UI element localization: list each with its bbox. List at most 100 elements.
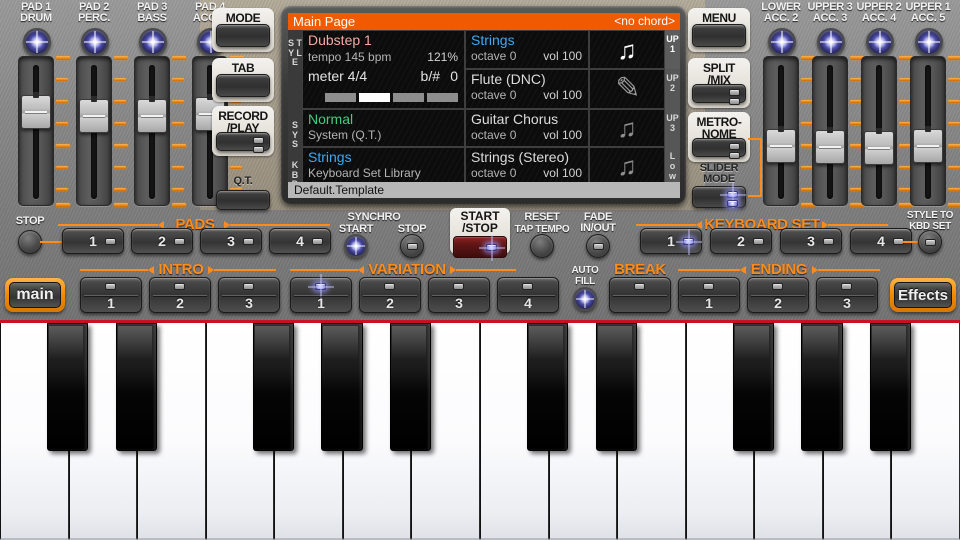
part-icon-cell[interactable]: ♫ — [589, 109, 665, 147]
intro-button-1[interactable]: 1 — [80, 277, 142, 313]
black-key[interactable] — [116, 323, 157, 451]
slider-mode-led — [727, 200, 738, 207]
upper-led-1[interactable] — [817, 28, 845, 56]
part-cell[interactable]: Guitar Chorusoctave 0vol 100 — [465, 109, 589, 147]
black-key[interactable] — [527, 323, 568, 451]
left-button-2[interactable]: RECORD /PLAY — [212, 106, 274, 156]
black-key[interactable] — [390, 323, 431, 451]
slider-knob[interactable] — [137, 99, 167, 133]
lcd-screen[interactable]: Main Page <no chord> S T Y L E S Y S K B… — [288, 13, 680, 198]
pad-led-0[interactable] — [23, 28, 51, 56]
style-to-kbd-button[interactable] — [918, 230, 942, 254]
synchro-start-button[interactable] — [344, 234, 368, 258]
variation-label: VARIATION — [364, 262, 450, 277]
scale-tick — [56, 78, 68, 81]
slider-knob[interactable] — [79, 99, 109, 133]
scale-tick — [56, 144, 70, 148]
right-button-key-1[interactable] — [692, 84, 746, 103]
left-button-key-2[interactable] — [216, 132, 270, 151]
slider-knob[interactable] — [21, 95, 51, 129]
pad-led-2[interactable] — [139, 28, 167, 56]
keyboard-set-button-2[interactable]: 2 — [710, 228, 772, 254]
sys-cell[interactable]: Normal System (Q.T.) — [302, 109, 465, 147]
right-button-key-0[interactable] — [692, 24, 746, 47]
right-button-label-2: METRO- NOME — [692, 114, 746, 140]
pad-button-3[interactable]: 3 — [200, 228, 262, 254]
ending-button-3[interactable]: 3 — [816, 277, 878, 313]
variation-button-1[interactable]: 1 — [290, 277, 352, 313]
pad-button-1[interactable]: 1 — [62, 228, 124, 254]
black-key[interactable] — [733, 323, 774, 451]
effects-button[interactable]: Effects — [890, 278, 956, 312]
part-cell[interactable]: Strings (Stereo)octave 0vol 100 — [465, 147, 589, 185]
part-cell[interactable]: Stringsoctave 0vol 100 — [465, 30, 589, 69]
pad-led-1[interactable] — [81, 28, 109, 56]
fade-button[interactable] — [586, 234, 610, 258]
pad-slider-0[interactable] — [18, 56, 54, 206]
left-button-0[interactable]: MODE — [212, 8, 274, 52]
part-cell[interactable]: Flute (DNC)octave 0vol 100 — [465, 69, 589, 109]
upper-led-2[interactable] — [866, 28, 894, 56]
stop-button[interactable] — [18, 230, 42, 254]
variation-button-4[interactable]: 4 — [497, 277, 559, 313]
intro-button-2[interactable]: 2 — [149, 277, 211, 313]
pad-button-2[interactable]: 2 — [131, 228, 193, 254]
black-key[interactable] — [596, 323, 637, 451]
right-button-0[interactable]: MENU — [688, 8, 750, 52]
part-octave: octave 0 — [471, 49, 516, 63]
black-key[interactable] — [801, 323, 842, 451]
auto-fill-button[interactable] — [573, 287, 597, 311]
right-button-2[interactable]: METRO- NOME — [688, 112, 750, 162]
piano-keyboard[interactable] — [0, 320, 960, 540]
upper-slider-3[interactable] — [910, 56, 946, 206]
slider-knob[interactable] — [864, 131, 894, 165]
ending-button-1[interactable]: 1 — [678, 277, 740, 313]
part-icon-cell[interactable]: ♫ — [589, 147, 665, 185]
left-button-3[interactable] — [216, 190, 270, 210]
part-icon-cell[interactable]: ✎ — [589, 69, 665, 109]
left-button-key-0[interactable] — [216, 24, 270, 47]
scale-tick — [172, 203, 186, 207]
left-button-1[interactable]: TAB — [212, 58, 274, 102]
start-stop-button[interactable]: START /STOP — [450, 208, 510, 254]
black-key[interactable] — [870, 323, 911, 451]
upper-slider-2[interactable] — [861, 56, 897, 206]
pad-button-4[interactable]: 4 — [269, 228, 331, 254]
upper-slider-0[interactable] — [763, 56, 799, 206]
indicator-led — [253, 146, 264, 153]
ending-button-2[interactable]: 2 — [747, 277, 809, 313]
slider-knob-nub — [925, 126, 931, 132]
keyboard-set-button-1[interactable]: 1 — [640, 228, 702, 254]
slider-knob[interactable] — [913, 129, 943, 163]
break-button[interactable] — [609, 277, 671, 313]
variation-button-label: 1 — [291, 295, 351, 311]
tap-tempo-button[interactable] — [530, 234, 554, 258]
start-stop-lamp — [453, 236, 507, 258]
kbd-cell[interactable]: Strings Keyboard Set Library — [302, 147, 465, 185]
variation-button-3[interactable]: 3 — [428, 277, 490, 313]
pad-slider-1[interactable] — [76, 56, 112, 206]
scale-tick — [172, 56, 186, 60]
right-button-3[interactable] — [692, 186, 746, 208]
slider-knob[interactable] — [766, 129, 796, 163]
keyboard-set-button-3[interactable]: 3 — [780, 228, 842, 254]
upper-led-0[interactable] — [768, 28, 796, 56]
black-key[interactable] — [253, 323, 294, 451]
intro-led — [105, 283, 116, 290]
black-key[interactable] — [47, 323, 88, 451]
main-button[interactable]: main — [5, 278, 65, 312]
upper-slider-1[interactable] — [812, 56, 848, 206]
intro-button-3[interactable]: 3 — [218, 277, 280, 313]
variation-led — [453, 283, 464, 290]
black-key[interactable] — [321, 323, 362, 451]
upper-led-3[interactable] — [915, 28, 943, 56]
pad-slider-2[interactable] — [134, 56, 170, 206]
slider-knob[interactable] — [815, 130, 845, 164]
right-button-key-2[interactable] — [692, 138, 746, 157]
variation-button-2[interactable]: 2 — [359, 277, 421, 313]
synchro-stop-button[interactable] — [400, 234, 424, 258]
left-button-key-1[interactable] — [216, 74, 270, 97]
right-button-1[interactable]: SPLIT /MIX — [688, 58, 750, 108]
style-cell[interactable]: Dubstep 1 tempo 145 bpm 121% meter 4/4 b… — [302, 30, 465, 109]
part-icon-cell[interactable]: ♫ — [589, 30, 665, 69]
